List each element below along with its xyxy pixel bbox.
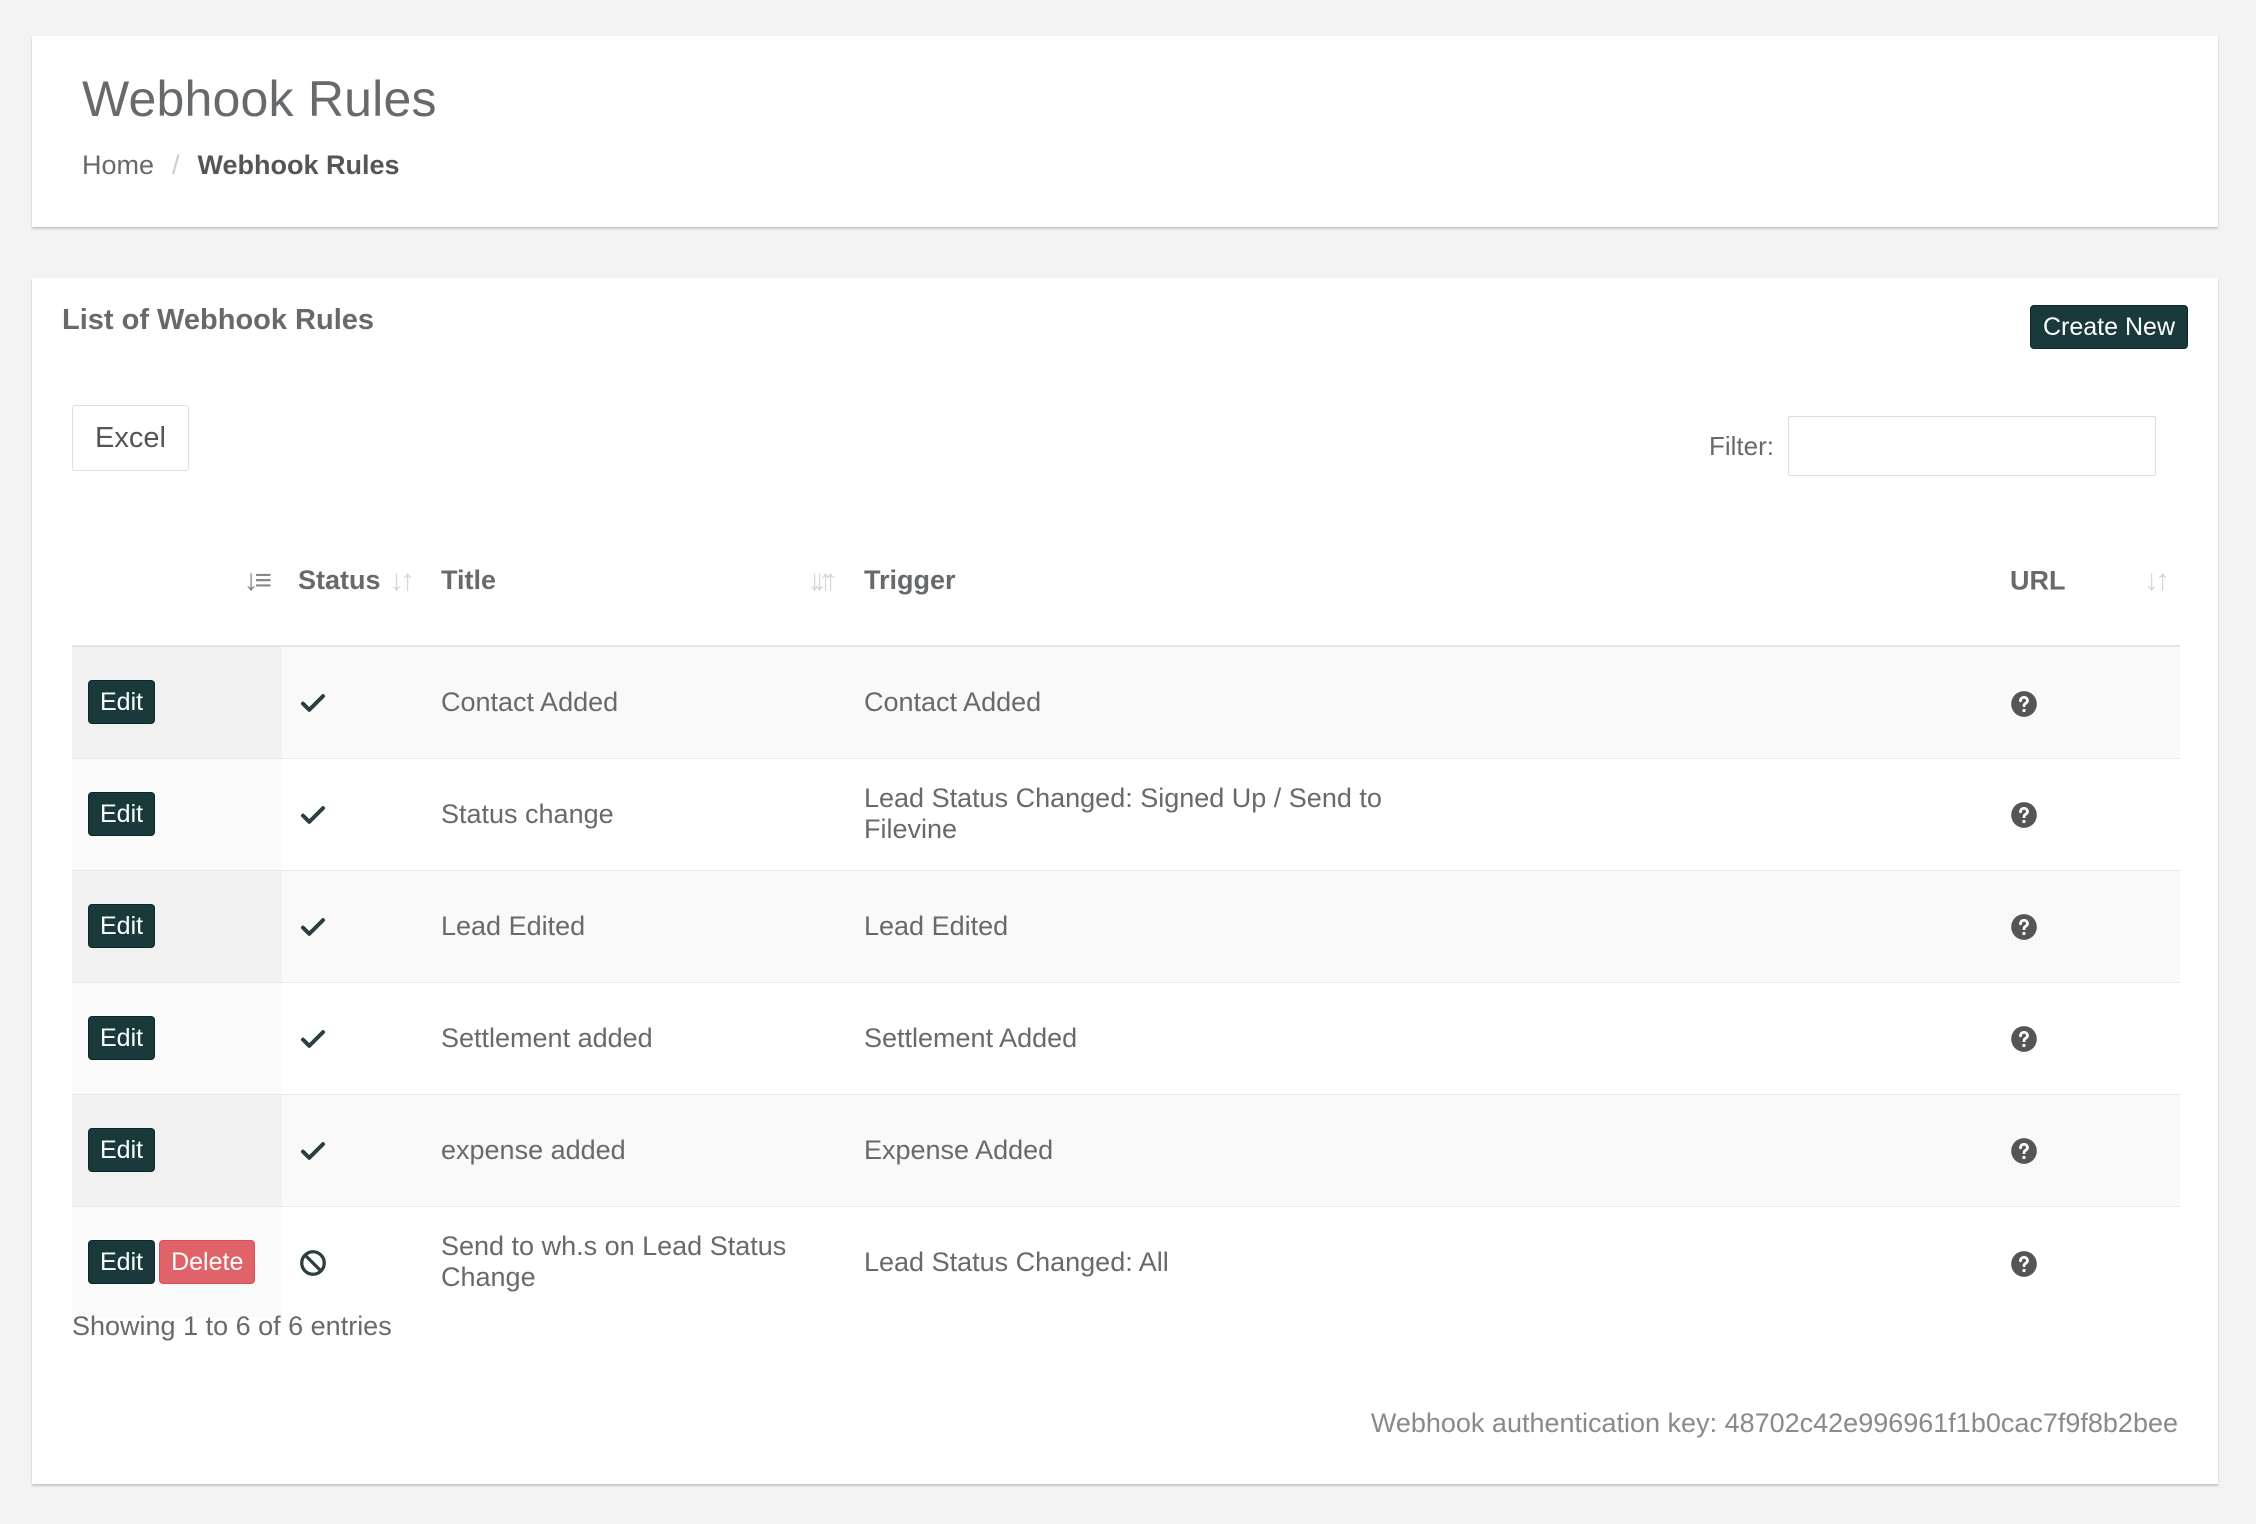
edit-button[interactable]: Edit	[88, 680, 156, 725]
sort-ascending-icon[interactable]: ↓≡	[243, 564, 271, 598]
row-url	[1421, 758, 2180, 871]
question-circle-icon[interactable]	[2010, 913, 2038, 941]
check-icon	[298, 688, 328, 718]
sort-icon[interactable]: ↓↑	[2144, 564, 2170, 598]
row-status	[282, 1206, 425, 1318]
row-status	[282, 1094, 425, 1207]
check-icon	[298, 800, 328, 830]
check-icon	[298, 1136, 328, 1166]
row-trigger: Lead Status Changed: Signed Up / Send to…	[848, 758, 1421, 871]
column-header-url[interactable]: URL ↓↑	[1421, 516, 2180, 647]
row-title: Send to wh.s on Lead Status Change	[441, 1231, 787, 1293]
page-header: Webhook Rules Home / Webhook Rules	[32, 36, 2218, 227]
row-url	[1421, 982, 2180, 1095]
table-header-row: ↓≡ Status ↓↑ Title ↓↑ Trigger ↓↑ URL ↓↑	[72, 516, 2180, 647]
row-url	[1421, 1094, 2180, 1207]
column-header-trigger[interactable]: Trigger ↓↑	[807, 516, 1421, 647]
edit-button[interactable]: Edit	[88, 1240, 156, 1285]
check-icon	[298, 1024, 328, 1054]
row-title: Contact Added	[425, 646, 848, 759]
edit-button[interactable]: Edit	[88, 904, 156, 948]
row-status	[282, 870, 425, 983]
row-actions: Edit	[72, 758, 282, 871]
filter-control: Filter:	[1709, 416, 2156, 476]
breadcrumb-separator: /	[172, 150, 180, 180]
row-status	[282, 758, 425, 871]
row-url	[1421, 646, 2180, 759]
excel-export-button[interactable]: Excel	[72, 405, 189, 471]
filter-input[interactable]	[1788, 416, 2156, 476]
create-new-button[interactable]: Create New	[2030, 305, 2188, 349]
table-info: Showing 1 to 6 of 6 entries	[72, 1311, 392, 1341]
row-trigger: Settlement Added	[848, 982, 1421, 1095]
breadcrumb-current: Webhook Rules	[197, 150, 400, 180]
question-circle-icon[interactable]	[2010, 801, 2038, 829]
row-title: Lead Edited	[425, 870, 848, 983]
table-row: Edit Contact Added Contact Added	[72, 646, 2180, 759]
row-title: Status change	[425, 758, 848, 871]
row-actions: Edit	[72, 646, 282, 759]
card-title: List of Webhook Rules	[62, 304, 375, 336]
filter-label: Filter:	[1709, 430, 1774, 461]
webhook-rules-card: List of Webhook Rules Create New Excel F…	[32, 278, 2218, 1484]
question-circle-icon[interactable]	[2010, 1025, 2038, 1053]
row-trigger: Lead Edited	[848, 870, 1421, 983]
row-trigger: Contact Added	[848, 646, 1421, 759]
row-url	[1421, 870, 2180, 983]
breadcrumb-home-link[interactable]: Home	[82, 150, 154, 181]
sort-icon[interactable]: ↓↑	[807, 564, 833, 598]
column-header-status[interactable]: Status ↓↑	[282, 516, 425, 647]
row-status	[282, 982, 425, 1095]
row-title: expense added	[425, 1094, 848, 1207]
delete-button[interactable]: Delete	[159, 1240, 256, 1285]
question-circle-icon[interactable]	[2010, 1250, 2038, 1278]
table-row: Edit Delete Send to wh.s on Lead Status Ch…	[72, 1206, 2180, 1318]
edit-button[interactable]: Edit	[88, 792, 156, 836]
table-row: Edit expense added Expense Added	[72, 1094, 2180, 1207]
breadcrumb: Home / Webhook Rules	[82, 150, 400, 181]
row-actions: Edit	[72, 870, 282, 983]
webhook-rules-table: ↓≡ Status ↓↑ Title ↓↑ Trigger ↓↑ URL ↓↑	[72, 516, 2180, 1318]
question-circle-icon[interactable]	[2010, 690, 2038, 718]
row-actions: Edit	[72, 1094, 282, 1207]
edit-button[interactable]: Edit	[88, 1128, 156, 1172]
row-trigger: Expense Added	[848, 1094, 1421, 1207]
ban-icon	[298, 1248, 328, 1278]
column-header-actions[interactable]: ↓≡	[72, 516, 282, 647]
table-row: Edit Lead Edited Lead Edited	[72, 870, 2180, 983]
check-icon	[298, 912, 328, 942]
row-actions: Edit Delete	[72, 1206, 282, 1318]
table-row: Edit Status change Lead Status Changed: Si…	[72, 758, 2180, 871]
column-header-title[interactable]: Title ↓↑	[425, 516, 848, 647]
table-row: Edit Settlement added Settlement Added	[72, 982, 2180, 1095]
row-url	[1421, 1206, 2180, 1318]
webhook-auth-key: Webhook authentication key: 48702c42e996…	[1370, 1408, 2178, 1438]
sort-icon[interactable]: ↓↑	[389, 564, 415, 598]
row-title: Settlement added	[425, 982, 848, 1095]
edit-button[interactable]: Edit	[88, 1016, 156, 1060]
row-actions: Edit	[72, 982, 282, 1095]
page-title: Webhook Rules	[82, 71, 437, 127]
row-trigger: Lead Status Changed: All	[864, 1246, 1169, 1277]
row-status	[282, 646, 425, 759]
question-circle-icon[interactable]	[2010, 1137, 2038, 1165]
